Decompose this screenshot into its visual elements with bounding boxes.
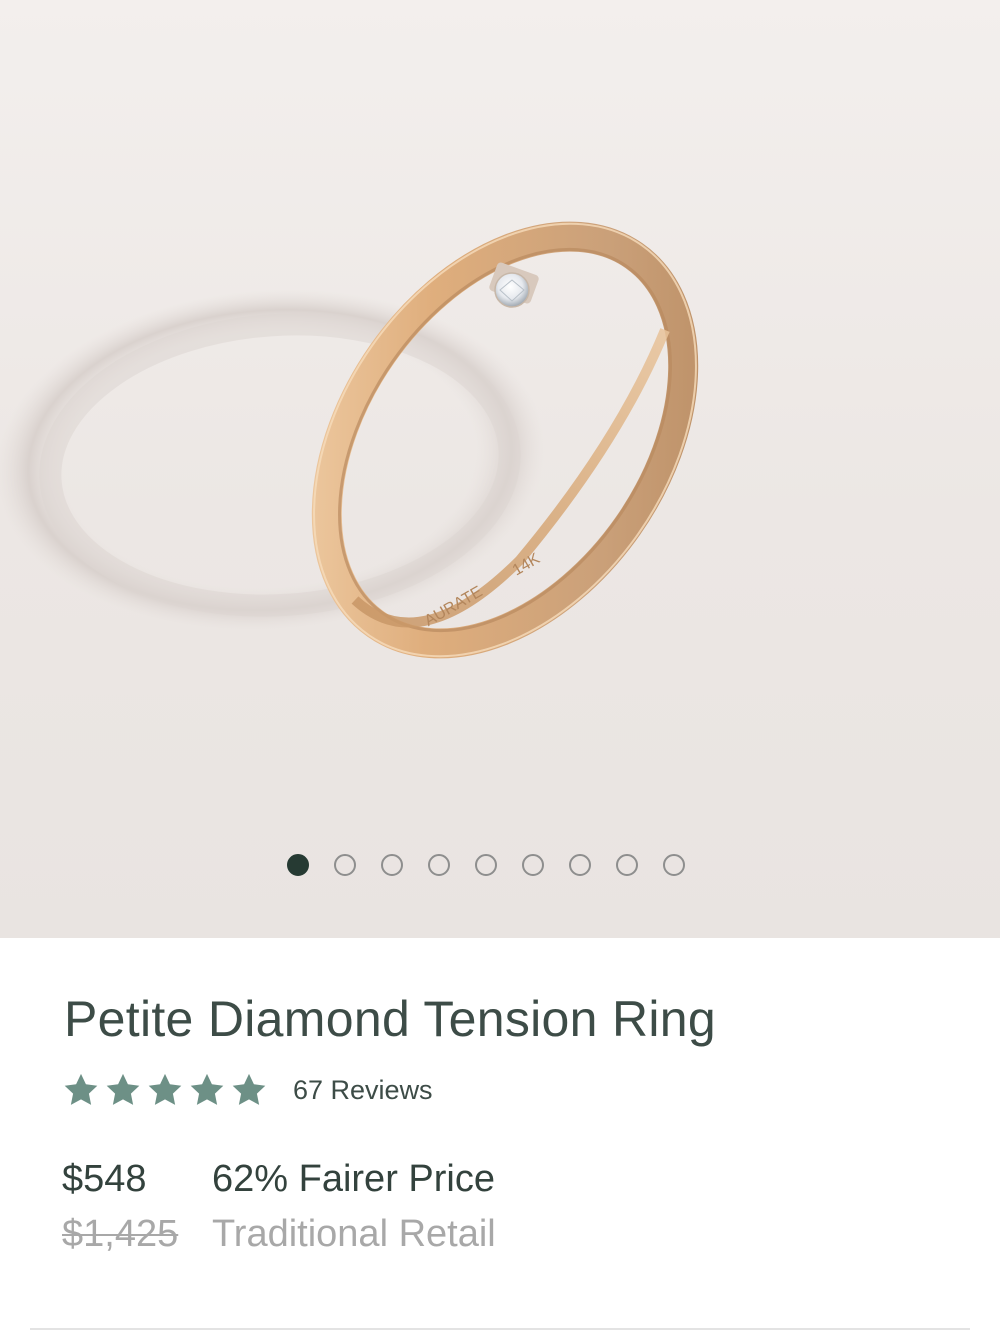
carousel-dot-4[interactable] bbox=[428, 854, 450, 876]
carousel-dot-9[interactable] bbox=[663, 854, 685, 876]
pricing: $548 62% Fairer Price $1,425 Traditional… bbox=[62, 1158, 762, 1268]
carousel-dot-8[interactable] bbox=[616, 854, 638, 876]
rating-summary[interactable]: 67 Reviews bbox=[62, 1071, 433, 1109]
carousel-dot-7[interactable] bbox=[569, 854, 591, 876]
carousel-dot-5[interactable] bbox=[475, 854, 497, 876]
carousel-dot-6[interactable] bbox=[522, 854, 544, 876]
carousel-dot-1[interactable] bbox=[287, 854, 309, 876]
fairer-price-label: 62% Fairer Price bbox=[212, 1158, 495, 1200]
carousel-dot-3[interactable] bbox=[381, 854, 403, 876]
traditional-retail-label: Traditional Retail bbox=[212, 1213, 496, 1255]
carousel-dots bbox=[287, 854, 710, 876]
star-rating bbox=[62, 1071, 268, 1109]
star-icon bbox=[64, 1073, 98, 1105]
star-icon bbox=[148, 1073, 182, 1105]
star-icon bbox=[190, 1073, 224, 1105]
product-image[interactable]: AURATE 14K bbox=[0, 0, 1000, 938]
divider bbox=[30, 1328, 970, 1330]
product-info: Petite Diamond Tension Ring 67 Reviews $… bbox=[0, 938, 1000, 1333]
original-price: $1,425 bbox=[62, 1213, 179, 1255]
reviews-link[interactable]: 67 Reviews bbox=[293, 1075, 433, 1106]
star-icon bbox=[232, 1073, 266, 1105]
svg-text:14K: 14K bbox=[510, 550, 543, 579]
current-price: $548 bbox=[62, 1158, 147, 1200]
product-title: Petite Diamond Tension Ring bbox=[64, 991, 716, 1047]
carousel-dot-2[interactable] bbox=[334, 854, 356, 876]
product-page: AURATE 14K Petite Diamond Tension Ring 6… bbox=[0, 0, 1000, 1333]
product-image-gallery[interactable]: AURATE 14K bbox=[0, 0, 1000, 938]
star-icon bbox=[106, 1073, 140, 1105]
